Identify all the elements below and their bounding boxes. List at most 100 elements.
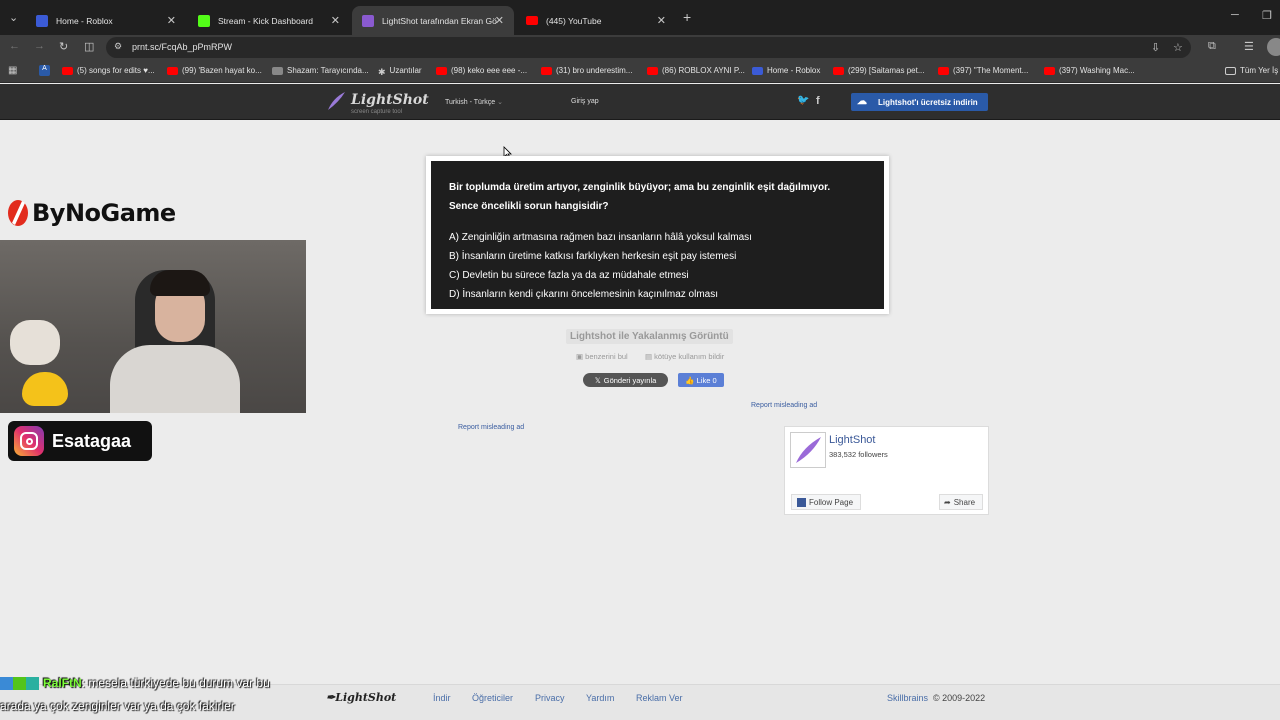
lightshot-header: LightShot screen capture tool Turkish - … — [0, 84, 1280, 120]
youtube-icon — [647, 66, 658, 75]
login-link[interactable]: Giriş yap — [571, 98, 599, 105]
footer-brand-link[interactable]: Skillbrains — [887, 693, 928, 703]
page-avatar[interactable] — [790, 432, 826, 468]
back-icon[interactable]: ← — [9, 40, 20, 52]
maximize-icon[interactable]: ❐ — [1262, 9, 1272, 22]
feather-icon — [328, 92, 345, 110]
person-hair — [150, 270, 210, 296]
bookmark-item[interactable]: Shazam: Tarayıcında... — [272, 66, 369, 75]
screenshot-image[interactable]: Bir toplumda üretim artıyor, zenginlik b… — [426, 156, 889, 314]
instagram-icon — [14, 426, 44, 456]
facebook-icon[interactable]: f — [816, 95, 820, 107]
youtube-icon — [541, 66, 552, 75]
language-select[interactable]: Turkish - Türkçe ⌄ — [445, 98, 503, 106]
webcam-feed — [0, 240, 306, 413]
footer-link-tutorials[interactable]: Öğreticiler — [472, 693, 513, 703]
stream-chat-message: RalFtN: mesela türkiyede bu durum var bu — [0, 676, 270, 691]
reload-icon[interactable]: ↻ — [59, 40, 68, 53]
youtube-icon — [833, 66, 844, 75]
footer-link-help[interactable]: Yardım — [586, 693, 614, 703]
bookmark-item[interactable]: (397) Washing Mac... — [1044, 66, 1135, 75]
extensions-icon[interactable]: ⧉ — [1208, 40, 1216, 53]
split-view-icon[interactable]: ◫ — [84, 40, 94, 53]
install-icon[interactable]: ⇩ — [1151, 41, 1160, 54]
close-tab-icon[interactable]: ✕ — [331, 14, 340, 27]
answer-option: B) İnsanların üretime katkısı farklıyken… — [449, 251, 737, 262]
captured-label: Lightshot ile Yakalanmış Görüntü — [566, 329, 733, 344]
close-tab-icon[interactable]: ✕ — [495, 14, 504, 27]
all-bookmarks[interactable]: Tüm Yer İş — [1225, 66, 1278, 75]
bookmark-item[interactable]: (397) "The Moment... — [938, 66, 1028, 75]
tab-youtube[interactable]: (445) YouTube ✕ — [516, 6, 676, 35]
close-tab-icon[interactable]: ✕ — [167, 14, 176, 27]
bookmark-item[interactable]: (31) bro underestim... — [541, 66, 632, 75]
url-text: prnt.sc/FcqAb_pPmRPW — [132, 42, 233, 52]
footer-link-privacy[interactable]: Privacy — [535, 693, 565, 703]
bookmark-item[interactable]: (99) 'Bazen hayat ko... — [167, 66, 262, 75]
bookmark-label: (397) Washing Mac... — [1059, 66, 1135, 75]
folder-icon — [1225, 66, 1236, 75]
fb-page-name[interactable]: LightShot — [829, 434, 875, 446]
share-button[interactable]: ➦ Share — [939, 494, 983, 510]
find-similar-link[interactable]: ▣ benzerini bul — [576, 352, 628, 361]
instagram-handle: Esatagaa — [52, 430, 132, 451]
download-label: Lightshot'ı ücretsiz indirin — [878, 97, 978, 107]
share-icon: ➦ — [944, 497, 951, 507]
tweet-label: Gönderi yayınla — [603, 375, 657, 385]
close-tab-icon[interactable]: ✕ — [657, 14, 666, 27]
bookmark-item[interactable]: (98) keko eee eee -... — [436, 66, 527, 75]
youtube-icon — [167, 66, 178, 75]
reading-list-icon[interactable]: ☰ — [1244, 40, 1254, 53]
footer-copyright: © 2009-2022 — [933, 693, 986, 703]
screenshot-content: Bir toplumda üretim artıyor, zenginlik b… — [431, 161, 884, 309]
puzzle-icon: ✱ — [378, 66, 386, 77]
tweet-button[interactable]: 𝕏 Gönderi yayınla — [583, 373, 668, 387]
tab-roblox[interactable]: Home - Roblox ✕ — [26, 6, 186, 35]
bookmark-item[interactable]: (86) ROBLOX AYNI P... — [647, 66, 745, 75]
site-info-icon[interactable]: ⚙ — [114, 41, 122, 52]
bynogame-logo-icon — [8, 200, 28, 226]
minimize-icon[interactable]: ─ — [1231, 9, 1239, 21]
logo-subtitle: screen capture tool — [351, 109, 403, 115]
browser-tab-bar: ⌄ Home - Roblox ✕ Stream - Kick Dashboar… — [0, 0, 1280, 35]
apps-grid-icon[interactable]: ▦ — [8, 65, 17, 76]
new-tab-icon[interactable]: + — [683, 9, 691, 25]
language-label: Turkish - Türkçe — [445, 99, 496, 106]
bookmark-star-icon[interactable]: ☆ — [1173, 41, 1183, 54]
bookmarks-bar: ▦ A (5) songs for edits ♥... (99) 'Bazen… — [0, 60, 1280, 83]
bookmark-item[interactable]: Home - Roblox — [752, 66, 820, 75]
profile-avatar[interactable] — [1267, 38, 1280, 56]
bookmark-label: (299) [Saitamas pet... — [848, 66, 925, 75]
twitter-icon[interactable]: 🐦 — [797, 95, 809, 106]
thumbs-up-icon: 👍 — [685, 375, 695, 385]
tab-title: Stream - Kick Dashboard — [218, 15, 313, 26]
lightshot-logo[interactable]: LightShot screen capture tool — [325, 90, 429, 117]
report-ad-link-right[interactable]: Report misleading ad — [751, 402, 817, 409]
facebook-like-button[interactable]: 👍 Like 0 — [678, 373, 724, 387]
forward-icon[interactable]: → — [34, 40, 45, 52]
follow-label: Follow Page — [809, 497, 854, 507]
footer-logo[interactable]: ✒LightShot — [326, 691, 396, 704]
tab-title: Home - Roblox — [56, 15, 113, 26]
chat-badge-icon — [13, 677, 26, 691]
report-ad-link-left[interactable]: Report misleading ad — [458, 424, 524, 431]
tab-kick[interactable]: Stream - Kick Dashboard ✕ — [188, 6, 350, 35]
channel-name: ByNoGame — [32, 199, 176, 227]
follow-page-button[interactable]: Follow Page — [791, 494, 861, 510]
tab-lightshot[interactable]: LightShot tarafından Ekran Görü ✕ — [352, 6, 514, 35]
bookmark-item[interactable]: (299) [Saitamas pet... — [833, 66, 924, 75]
facebook-page-widget: LightShot 383,532 followers Follow Page … — [784, 426, 989, 515]
report-abuse-link[interactable]: ▤ kötüye kullanım bildir — [645, 352, 724, 361]
bookmark-item[interactable]: ✱ Uzantılar — [378, 66, 422, 77]
footer-link-advertise[interactable]: Reklam Ver — [636, 693, 683, 703]
address-bar[interactable]: ⚙ prnt.sc/FcqAb_pPmRPW ⇩ ☆ — [106, 37, 1191, 58]
bookmark-item[interactable]: (5) songs for edits ♥... — [62, 66, 155, 75]
answer-option: D) İnsanların kendi çıkarını öncelemesin… — [449, 289, 719, 300]
footer-link-download[interactable]: İndir — [433, 693, 451, 703]
question-text: Bir toplumda üretim artıyor, zenginlik b… — [449, 182, 831, 193]
bookmark-a-icon[interactable]: A — [39, 65, 50, 76]
bookmark-label: (31) bro underestim... — [556, 66, 633, 75]
download-button[interactable]: ☁ Lightshot'ı ücretsiz indirin — [851, 93, 988, 111]
tab-search-icon[interactable]: ⌄ — [9, 11, 18, 24]
kick-favicon-icon — [198, 14, 210, 27]
